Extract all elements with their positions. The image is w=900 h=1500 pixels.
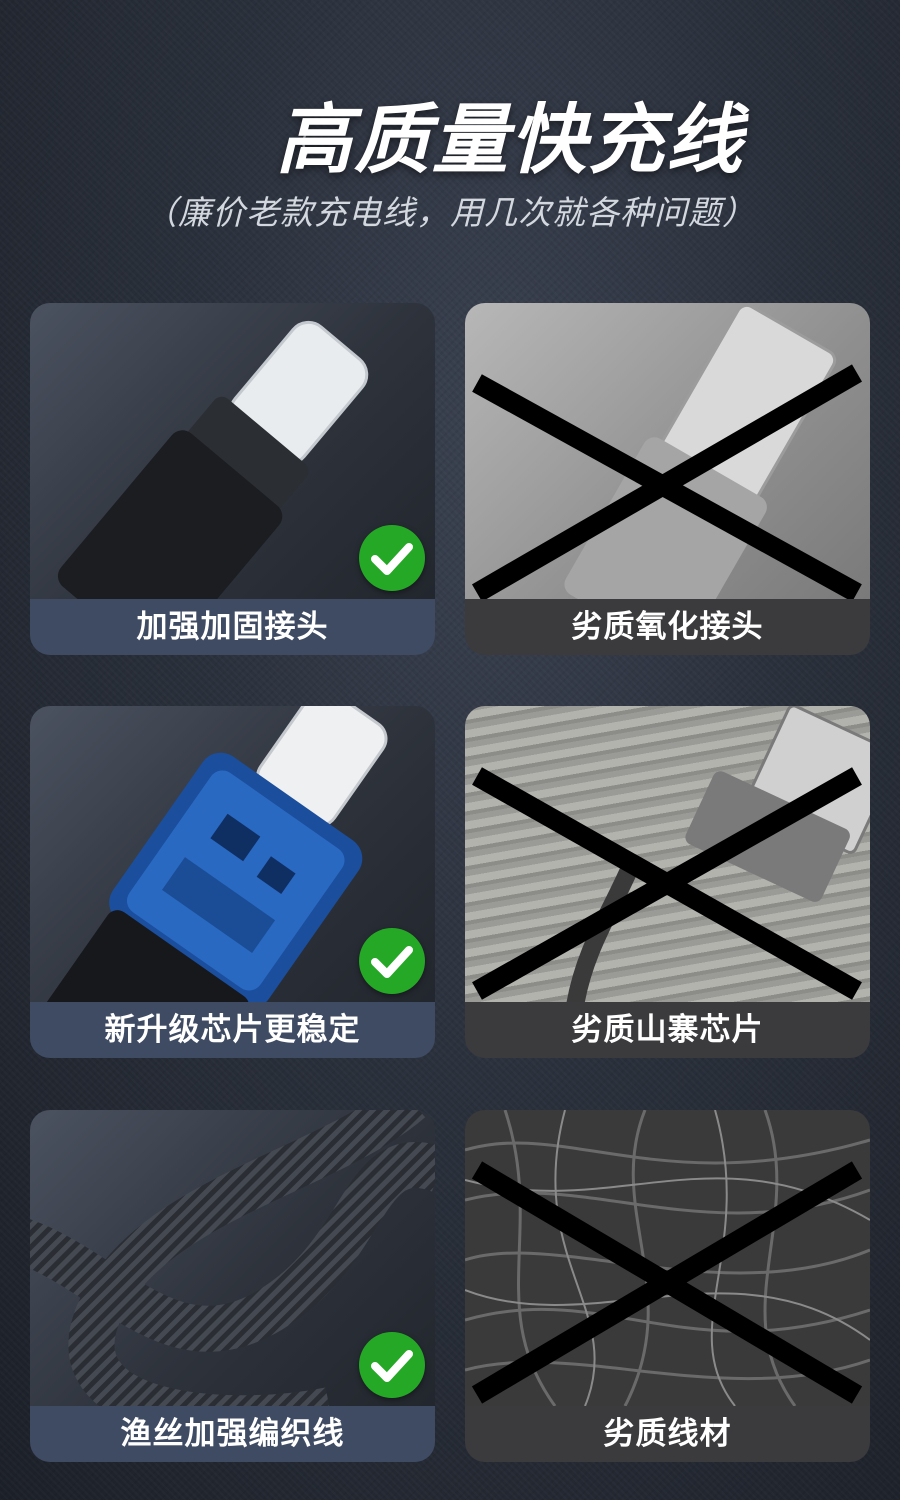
bad-caption: 劣质氧化接头 [465,599,870,655]
bad-caption: 劣质山寨芯片 [465,1002,870,1058]
oxidized-connector-image [465,303,870,655]
bad-caption: 劣质线材 [465,1406,870,1462]
checkmark-icon [359,1332,425,1398]
knockoff-chip-image [465,706,870,1008]
cross-icon [472,767,862,1000]
checkmark-icon [359,928,425,994]
good-caption: 加强加固接头 [30,599,435,655]
good-cable-card: 渔丝加强编织线 [30,1110,435,1462]
bad-connector-card: 劣质氧化接头 [465,303,870,655]
page-subtitle: （廉价老款充电线，用几次就各种问题） [144,193,756,232]
cross-icon [471,1161,863,1404]
good-caption: 渔丝加强编织线 [30,1406,435,1462]
page-title: 高质量快充线 [276,95,744,184]
bad-cable-card: 劣质线材 [465,1110,870,1462]
checkmark-icon [359,525,425,591]
good-chip-card: 新升级芯片更稳定 [30,706,435,1058]
good-caption: 新升级芯片更稳定 [30,1002,435,1058]
bad-chip-card: 劣质山寨芯片 [465,706,870,1058]
cross-icon [471,364,863,599]
tangled-wires-image [465,1110,870,1407]
good-connector-card: 加强加固接头 [30,303,435,655]
